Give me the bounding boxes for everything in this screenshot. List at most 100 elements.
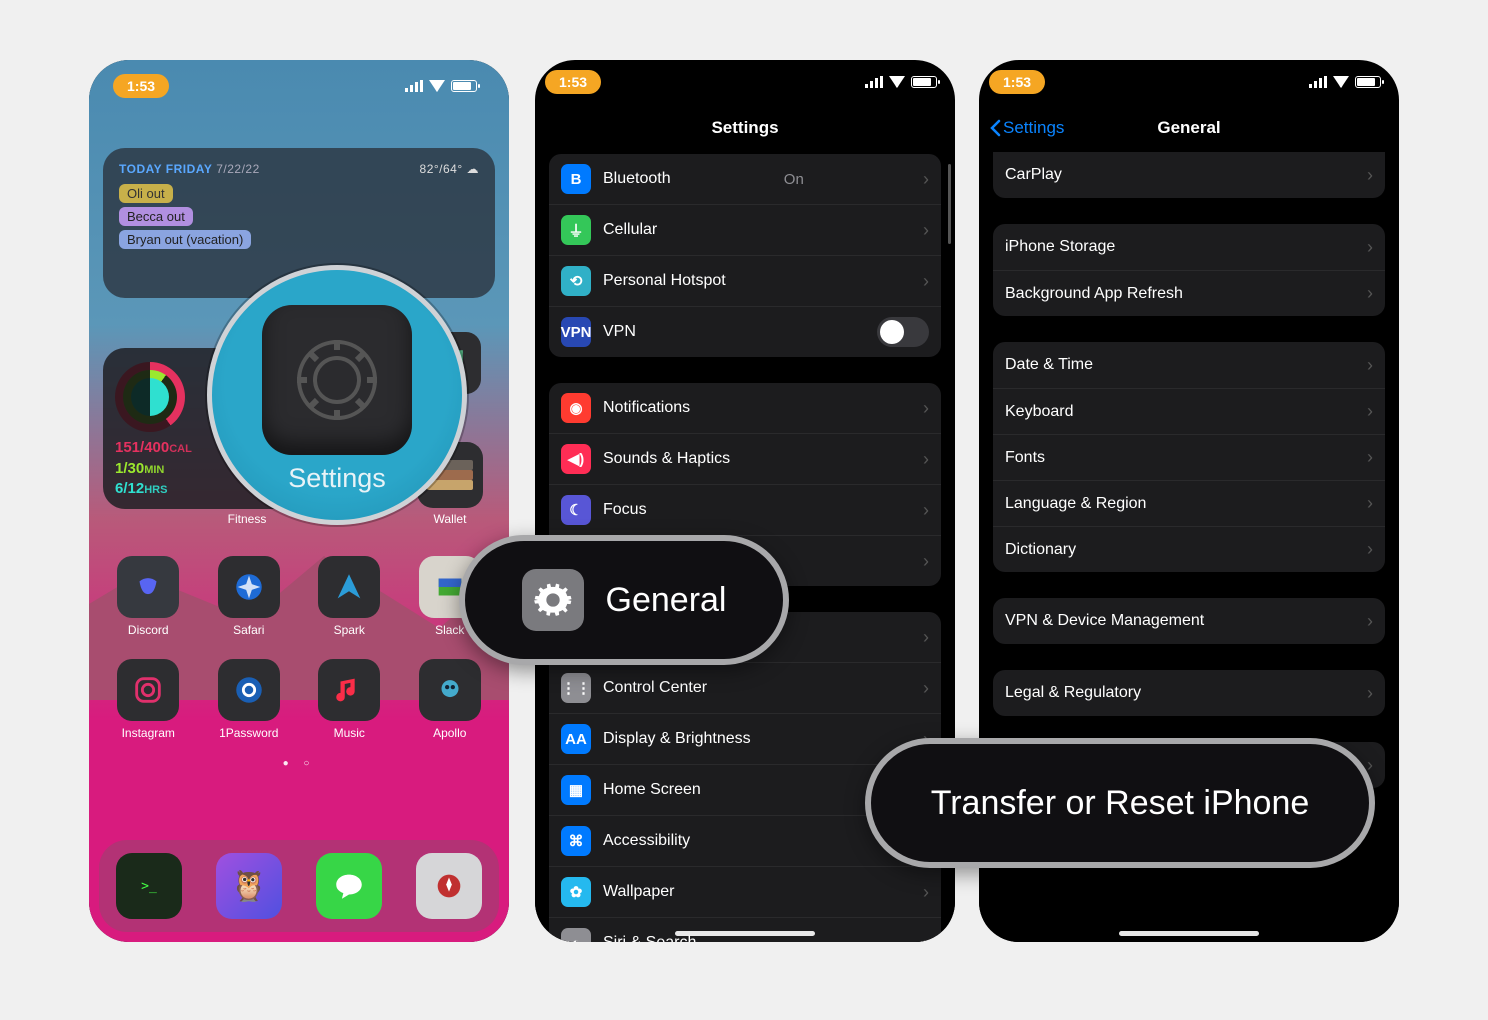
row-icon: ⌘ bbox=[561, 826, 591, 856]
row-label: Home Screen bbox=[603, 781, 701, 799]
chevron-right-icon: › bbox=[923, 449, 929, 470]
chevron-right-icon: › bbox=[1367, 493, 1373, 514]
cal-chip: Bryan out (vacation) bbox=[119, 230, 251, 249]
settings-row[interactable]: Dictionary › bbox=[993, 526, 1385, 572]
settings-app-icon[interactable] bbox=[262, 305, 412, 455]
settings-row[interactable]: Date & Time › bbox=[993, 342, 1385, 388]
chevron-right-icon: › bbox=[923, 271, 929, 292]
settings-row[interactable]: ◉ Notifications› bbox=[549, 383, 941, 433]
settings-row[interactable]: Keyboard › bbox=[993, 388, 1385, 434]
settings-row[interactable]: CarPlay › bbox=[993, 152, 1385, 198]
row-icon: ⏚ bbox=[561, 215, 591, 245]
row-label: Date & Time bbox=[1005, 356, 1093, 374]
nav-bar: Settings General bbox=[979, 104, 1399, 152]
chevron-right-icon: › bbox=[923, 500, 929, 521]
app-1password[interactable]: 1Password bbox=[204, 659, 295, 740]
cellular-signal-icon bbox=[865, 76, 883, 88]
row-label: Keyboard bbox=[1005, 403, 1074, 421]
row-label: Bluetooth bbox=[603, 170, 671, 188]
row-label: VPN & Device Management bbox=[1005, 612, 1204, 630]
settings-row[interactable]: ◐ Siri & Search› bbox=[549, 917, 941, 942]
app-apollo[interactable]: Apollo bbox=[405, 659, 496, 740]
status-bar: 1:53 bbox=[103, 64, 495, 108]
chevron-right-icon: › bbox=[1367, 165, 1373, 186]
chevron-right-icon: › bbox=[1367, 283, 1373, 304]
settings-row[interactable]: ☾ Focus › bbox=[549, 484, 941, 535]
row-label: CarPlay bbox=[1005, 166, 1062, 184]
settings-row[interactable]: iPhone Storage › bbox=[993, 224, 1385, 270]
app-discord[interactable]: Discord bbox=[103, 556, 194, 637]
app-spark[interactable]: Spark bbox=[304, 556, 395, 637]
dock-app-rocket[interactable] bbox=[416, 853, 482, 919]
battery-icon bbox=[451, 80, 477, 92]
settings-row[interactable]: VPN & Device Management › bbox=[993, 598, 1385, 644]
settings-row[interactable]: Fonts › bbox=[993, 434, 1385, 480]
general-group-legal: Legal & Regulatory › bbox=[993, 670, 1385, 716]
row-label: Display & Brightness bbox=[603, 730, 751, 748]
chevron-right-icon: › bbox=[1367, 683, 1373, 704]
row-label: Fonts bbox=[1005, 449, 1045, 467]
row-icon: ⟲ bbox=[561, 266, 591, 296]
scrollbar[interactable] bbox=[948, 164, 951, 244]
settings-row[interactable]: ⋮⋮ Control Center› bbox=[549, 662, 941, 713]
back-button[interactable]: Settings bbox=[989, 118, 1064, 138]
app-instagram[interactable]: Instagram bbox=[103, 659, 194, 740]
row-label: Wallpaper bbox=[603, 883, 674, 901]
chevron-right-icon: › bbox=[1367, 355, 1373, 376]
status-icons bbox=[405, 80, 477, 92]
page-dots[interactable]: ● ○ bbox=[103, 758, 495, 769]
settings-row[interactable]: B BluetoothOn› bbox=[549, 154, 941, 204]
chevron-right-icon: › bbox=[1367, 237, 1373, 258]
row-label: Focus bbox=[603, 501, 647, 519]
wifi-icon bbox=[889, 76, 905, 88]
chevron-right-icon: › bbox=[923, 882, 929, 903]
settings-row[interactable]: ⏚ Cellular› bbox=[549, 204, 941, 255]
row-label: iPhone Storage bbox=[1005, 238, 1115, 256]
chevron-right-icon: › bbox=[1367, 447, 1373, 468]
chevron-right-icon: › bbox=[923, 169, 929, 190]
row-value: On bbox=[784, 171, 804, 188]
screenshot-home: 1:53 82°/64° ☁︎ TODAY FRIDAY 7/22/22 Oli… bbox=[89, 60, 509, 942]
row-label: Dictionary bbox=[1005, 541, 1076, 559]
dock-app-terminal[interactable]: >_ bbox=[116, 853, 182, 919]
settings-row[interactable]: Background App Refresh› bbox=[993, 270, 1385, 316]
settings-row[interactable]: Legal & Regulatory › bbox=[993, 670, 1385, 716]
row-icon: ☾ bbox=[561, 495, 591, 525]
battery-icon bbox=[911, 76, 937, 88]
row-icon: ◀) bbox=[561, 444, 591, 474]
row-label: Notifications bbox=[603, 399, 690, 417]
settings-row[interactable]: ✿ Wallpaper› bbox=[549, 866, 941, 917]
app-safari[interactable]: Safari bbox=[204, 556, 295, 637]
row-icon: ▦ bbox=[561, 775, 591, 805]
chevron-right-icon: › bbox=[1367, 539, 1373, 560]
today-date: 7/22/22 bbox=[216, 162, 260, 176]
dock-app-owl[interactable]: 🦉 bbox=[216, 853, 282, 919]
fitness-label: Fitness bbox=[228, 512, 267, 526]
callout-label: General bbox=[606, 581, 727, 620]
settings-row[interactable]: VPN VPN bbox=[549, 306, 941, 357]
status-time: 1:53 bbox=[113, 74, 169, 98]
chevron-right-icon: › bbox=[1367, 611, 1373, 632]
settings-row[interactable]: ◀) Sounds & Haptics › bbox=[549, 433, 941, 484]
weather-temp: 82°/64° ☁︎ bbox=[420, 162, 479, 176]
toggle[interactable] bbox=[877, 317, 929, 347]
row-label: Sounds & Haptics bbox=[603, 450, 730, 468]
general-group-carplay: CarPlay › bbox=[993, 152, 1385, 198]
row-label: Legal & Regulatory bbox=[1005, 684, 1141, 702]
row-label: Cellular bbox=[603, 221, 657, 239]
chevron-right-icon: › bbox=[1367, 401, 1373, 422]
callout-general: General bbox=[459, 535, 789, 665]
app-music[interactable]: Music bbox=[304, 659, 395, 740]
home-indicator[interactable] bbox=[1119, 931, 1259, 936]
general-group-vpn: VPN & Device Management › bbox=[993, 598, 1385, 644]
settings-row[interactable]: Language & Region› bbox=[993, 480, 1385, 526]
cellular-signal-icon bbox=[1309, 76, 1327, 88]
activity-rings-icon bbox=[115, 362, 185, 432]
chevron-right-icon: › bbox=[923, 551, 929, 572]
home-indicator[interactable] bbox=[675, 931, 815, 936]
gear-icon bbox=[522, 569, 584, 631]
settings-row[interactable]: AA Display & Brightness› bbox=[549, 713, 941, 764]
settings-group-connectivity: B BluetoothOn›⏚ Cellular›⟲ Personal Hots… bbox=[549, 154, 941, 357]
settings-row[interactable]: ⟲ Personal Hotspot› bbox=[549, 255, 941, 306]
dock-app-messages[interactable] bbox=[316, 853, 382, 919]
